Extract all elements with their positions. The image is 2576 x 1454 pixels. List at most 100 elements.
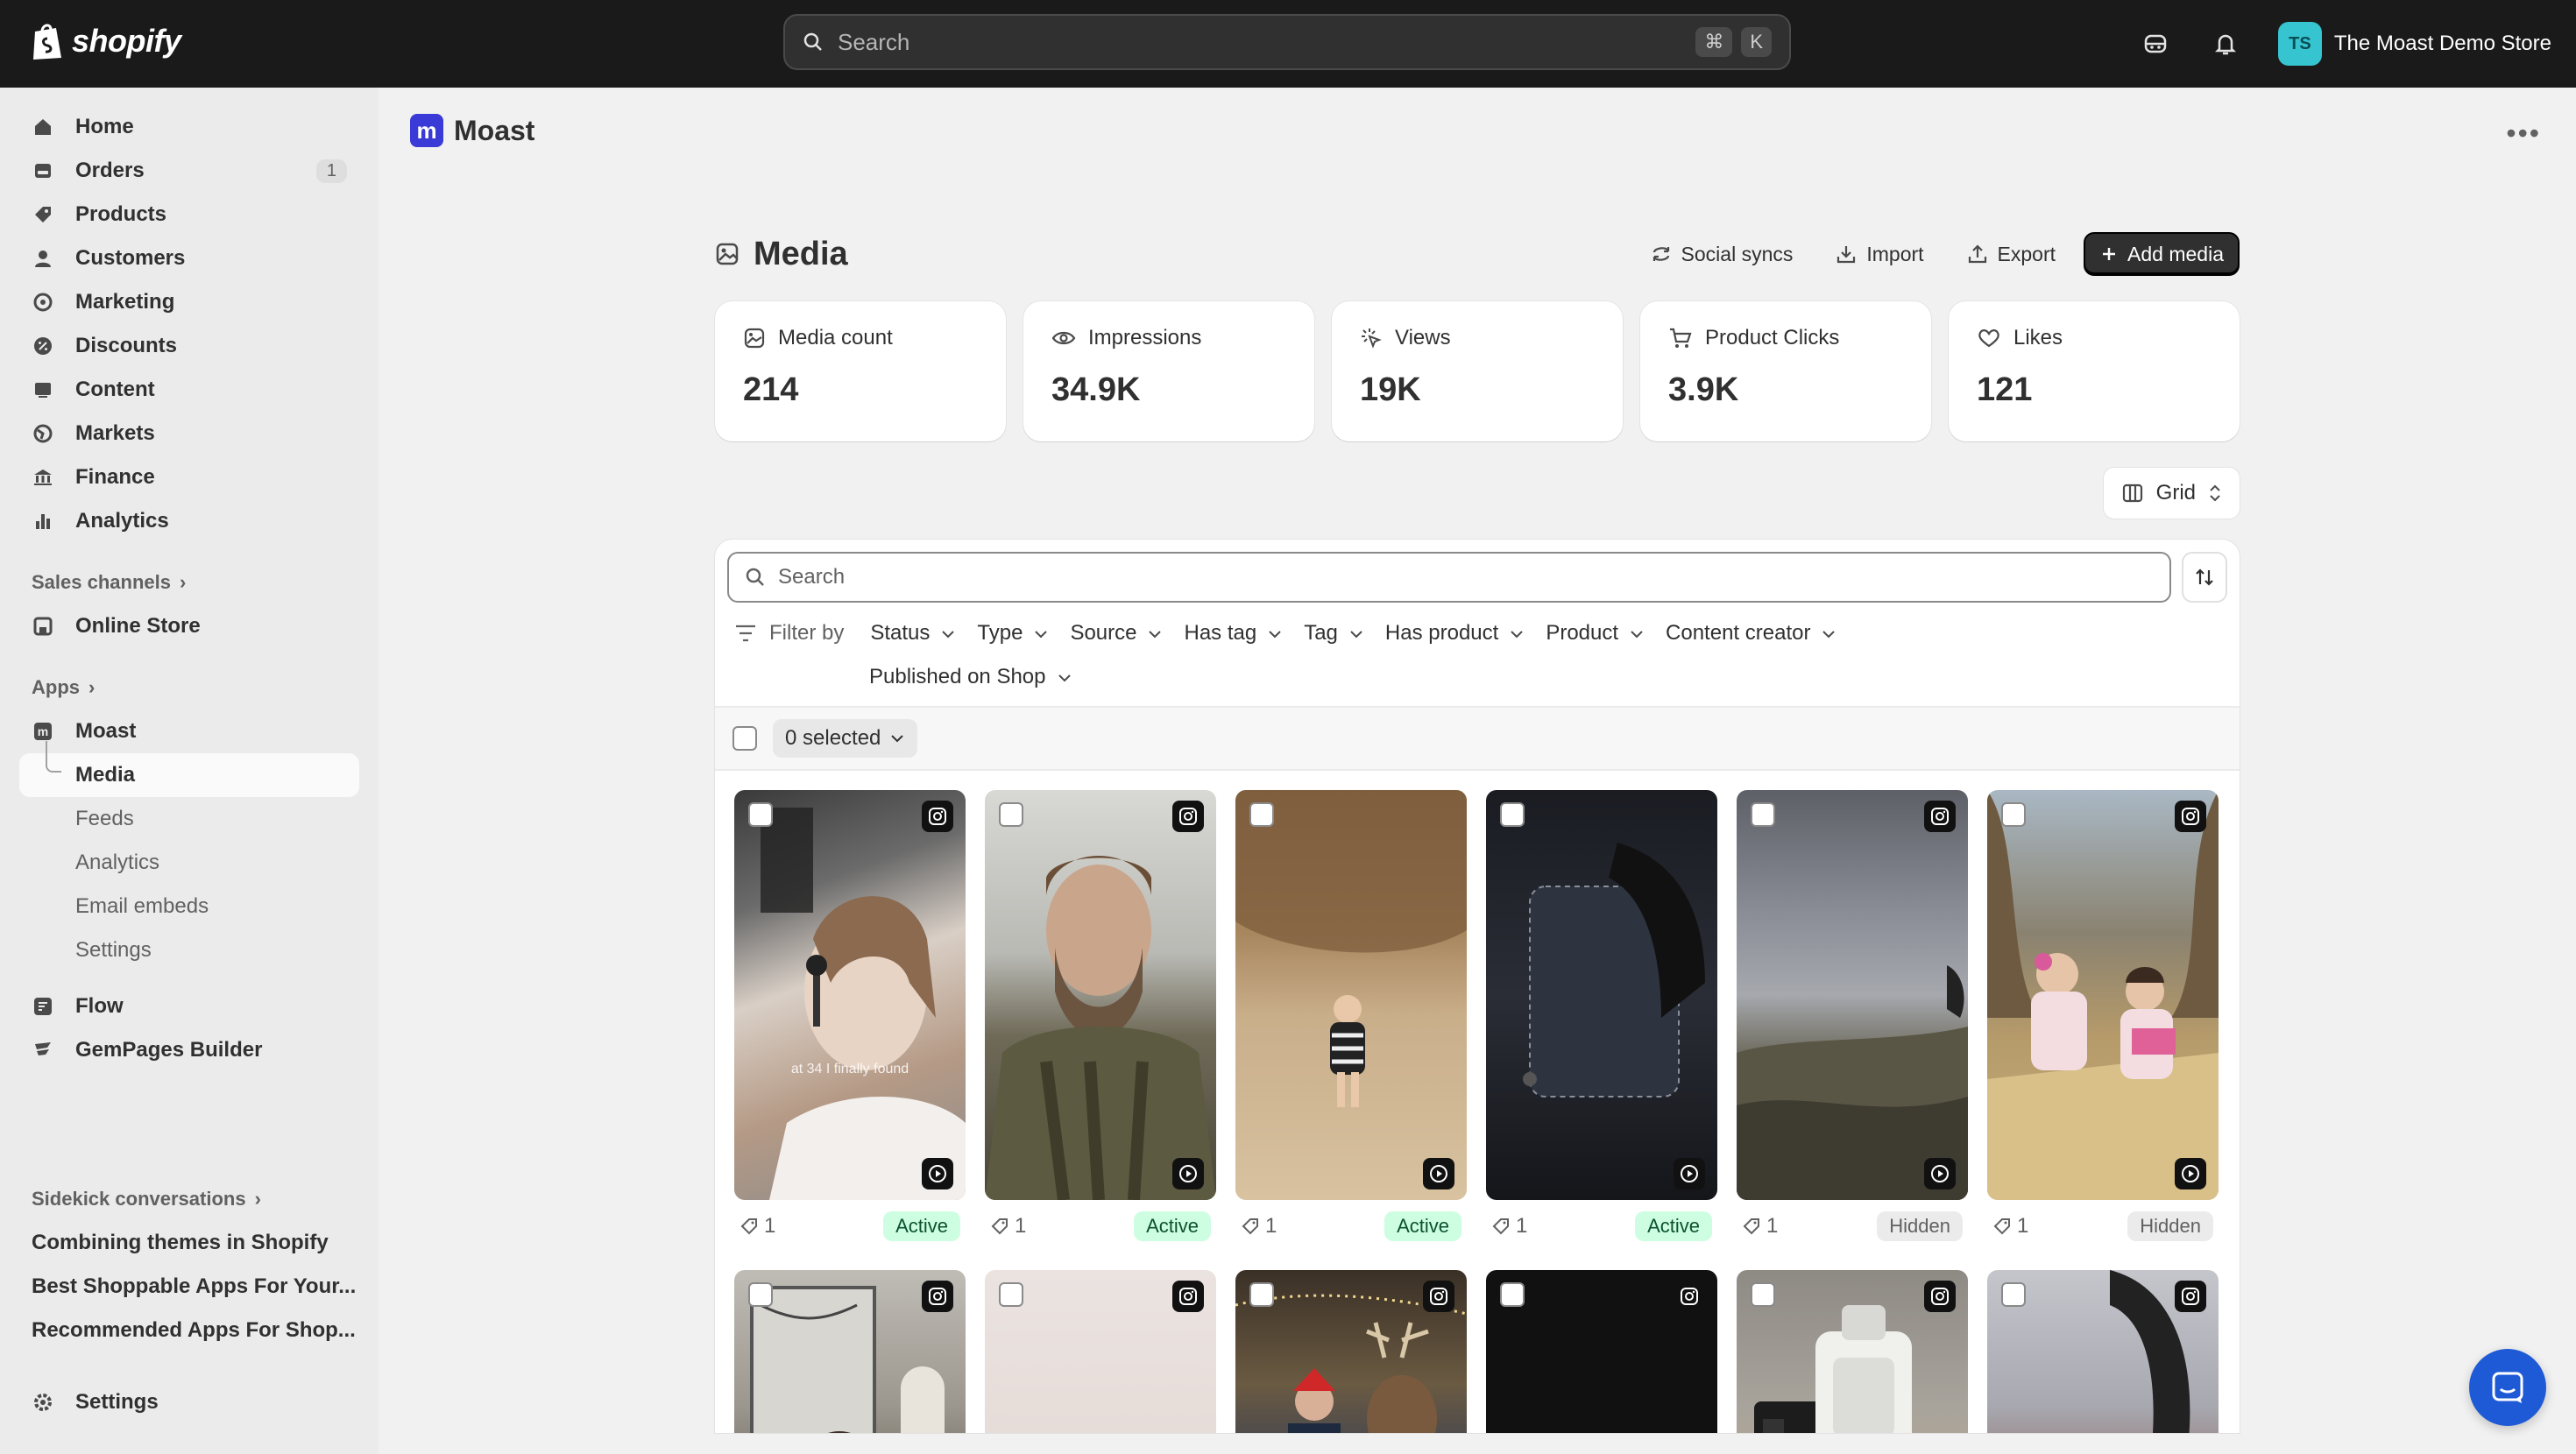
sidebar-subitem-email-embeds[interactable]: Email embeds xyxy=(19,885,359,928)
play-icon[interactable] xyxy=(1674,1158,1705,1189)
media-card[interactable]: 1 Hidden xyxy=(1987,790,2219,1253)
bulk-select-dropdown[interactable]: 0 selected xyxy=(773,719,918,758)
apps-header[interactable]: Apps › xyxy=(19,666,359,709)
media-card[interactable] xyxy=(1486,1270,1717,1433)
sidekick-conversations-header[interactable]: Sidekick conversations › xyxy=(19,1177,359,1221)
select-all-checkbox[interactable] xyxy=(732,726,757,751)
media-select-checkbox[interactable] xyxy=(748,802,773,827)
play-icon[interactable] xyxy=(922,1158,953,1189)
chat-support-button[interactable] xyxy=(2469,1349,2546,1426)
sidebar-item-online-store[interactable]: Online Store xyxy=(19,604,359,648)
media-thumbnail[interactable] xyxy=(1486,790,1717,1200)
conversation-item[interactable]: Combining themes in Shopify xyxy=(19,1221,359,1265)
media-select-checkbox[interactable] xyxy=(1249,802,1274,827)
global-search[interactable]: Search ⌘ K xyxy=(783,14,1791,70)
media-thumbnail[interactable] xyxy=(985,790,1216,1200)
filter-has-product[interactable]: Has product xyxy=(1375,611,1535,655)
media-select-checkbox[interactable] xyxy=(1751,1282,1775,1307)
sidebar-item-customers[interactable]: Customers xyxy=(19,236,359,280)
sidebar-item-products[interactable]: Products xyxy=(19,193,359,236)
filter-source[interactable]: Source xyxy=(1059,611,1173,655)
media-select-checkbox[interactable] xyxy=(748,1282,773,1307)
filter-has-tag[interactable]: Has tag xyxy=(1173,611,1293,655)
media-icon xyxy=(716,243,739,265)
media-card[interactable]: 1 Active xyxy=(1486,790,1717,1253)
filter-tag[interactable]: Tag xyxy=(1293,611,1375,655)
media-thumbnail[interactable] xyxy=(1235,1270,1467,1433)
media-thumbnail[interactable] xyxy=(1987,1270,2219,1433)
filter-product[interactable]: Product xyxy=(1535,611,1655,655)
sidebar-item-marketing[interactable]: Marketing xyxy=(19,280,359,324)
media-card[interactable]: 1 Active xyxy=(985,790,1216,1253)
media-thumbnail[interactable]: at 34 I finally found xyxy=(734,790,966,1200)
sidebar-item-markets[interactable]: Markets xyxy=(19,412,359,455)
media-card[interactable] xyxy=(1987,1270,2219,1433)
sidebar-item-gempages[interactable]: GemPages Builder xyxy=(19,1028,359,1072)
sort-button[interactable] xyxy=(2182,552,2227,603)
play-icon[interactable] xyxy=(1924,1158,1956,1189)
media-card[interactable]: 1 Active xyxy=(1235,790,1467,1253)
media-select-checkbox[interactable] xyxy=(1500,802,1525,827)
media-select-checkbox[interactable] xyxy=(2001,1282,2026,1307)
media-card[interactable] xyxy=(985,1270,1216,1433)
media-card[interactable] xyxy=(1235,1270,1467,1433)
media-select-checkbox[interactable] xyxy=(999,1282,1023,1307)
media-select-checkbox[interactable] xyxy=(2001,802,2026,827)
filter-content-creator[interactable]: Content creator xyxy=(1655,611,1847,655)
media-thumbnail[interactable] xyxy=(734,1270,966,1433)
sidebar-item-orders[interactable]: Orders 1 xyxy=(19,149,359,193)
sidebar-item-finance[interactable]: Finance xyxy=(19,455,359,499)
sidebar-item-discounts[interactable]: Discounts xyxy=(19,324,359,368)
media-thumbnail[interactable] xyxy=(1737,1270,1968,1433)
tag-count-value: 1 xyxy=(1015,1214,1027,1238)
conversation-item[interactable]: Recommended Apps For Shop... xyxy=(19,1309,359,1352)
add-media-button[interactable]: Add media xyxy=(2084,232,2240,276)
media-thumbnail[interactable] xyxy=(1737,790,1968,1200)
media-select-checkbox[interactable] xyxy=(1249,1282,1274,1307)
sales-channels-header[interactable]: Sales channels › xyxy=(19,561,359,604)
media-thumbnail[interactable] xyxy=(1987,790,2219,1200)
filter-status[interactable]: Status xyxy=(860,611,966,655)
media-thumbnail[interactable] xyxy=(985,1270,1216,1433)
store-menu[interactable]: TS The Moast Demo Store xyxy=(2277,22,2551,66)
tag-count: 1 xyxy=(740,1214,775,1239)
sidebar-subitem-feeds[interactable]: Feeds xyxy=(19,797,359,841)
social-syncs-button[interactable]: Social syncs xyxy=(1636,232,1808,276)
sidebar-subitem-media[interactable]: Media xyxy=(19,741,359,797)
sidebar-item-flow[interactable]: Flow xyxy=(19,985,359,1028)
import-button[interactable]: Import xyxy=(1821,232,1937,276)
media-card[interactable] xyxy=(1737,1270,1968,1433)
media-thumbnail[interactable] xyxy=(1486,1270,1717,1433)
bank-icon xyxy=(32,466,54,489)
sidebar-item-home[interactable]: Home xyxy=(19,105,359,149)
media-card[interactable]: 1 Hidden xyxy=(1737,790,1968,1253)
more-actions-icon[interactable]: ••• xyxy=(2506,117,2541,150)
media-thumbnail[interactable] xyxy=(1235,790,1467,1200)
sidebar-item-content[interactable]: Content xyxy=(19,368,359,412)
media-card[interactable]: at 34 I finally found 1 Active xyxy=(734,790,966,1253)
view-mode-select[interactable]: Grid xyxy=(2103,468,2240,519)
media-select-checkbox[interactable] xyxy=(1500,1282,1525,1307)
sidebar-subitem-analytics[interactable]: Analytics xyxy=(19,841,359,885)
media-select-checkbox[interactable] xyxy=(1751,802,1775,827)
export-button[interactable]: Export xyxy=(1952,232,2070,276)
conversation-item[interactable]: Best Shoppable Apps For Your... xyxy=(19,1265,359,1309)
sidekick-icon[interactable] xyxy=(2138,26,2173,61)
play-icon[interactable] xyxy=(2175,1158,2206,1189)
social-syncs-label: Social syncs xyxy=(1681,242,1794,265)
media-search-input[interactable]: Search xyxy=(727,552,2171,603)
play-icon[interactable] xyxy=(1172,1158,1204,1189)
play-icon[interactable] xyxy=(1423,1158,1454,1189)
media-select-checkbox[interactable] xyxy=(999,802,1023,827)
stat-card-likes: Likes 121 xyxy=(1949,301,2240,441)
filter-type[interactable]: Type xyxy=(966,611,1059,655)
sidebar-subitem-settings[interactable]: Settings xyxy=(19,928,359,972)
notification-bell-icon[interactable] xyxy=(2208,26,2243,61)
stat-card-views: Views 19K xyxy=(1332,301,1623,441)
sidebar-item-settings[interactable]: Settings xyxy=(19,1380,359,1424)
sidebar-item-moast[interactable]: m Moast xyxy=(19,709,359,753)
shopify-logo[interactable]: shopify xyxy=(30,21,181,61)
media-card[interactable] xyxy=(734,1270,966,1433)
sidebar-item-analytics[interactable]: Analytics xyxy=(19,499,359,543)
filter-published-on-shop[interactable]: Published on Shop xyxy=(859,655,1083,699)
